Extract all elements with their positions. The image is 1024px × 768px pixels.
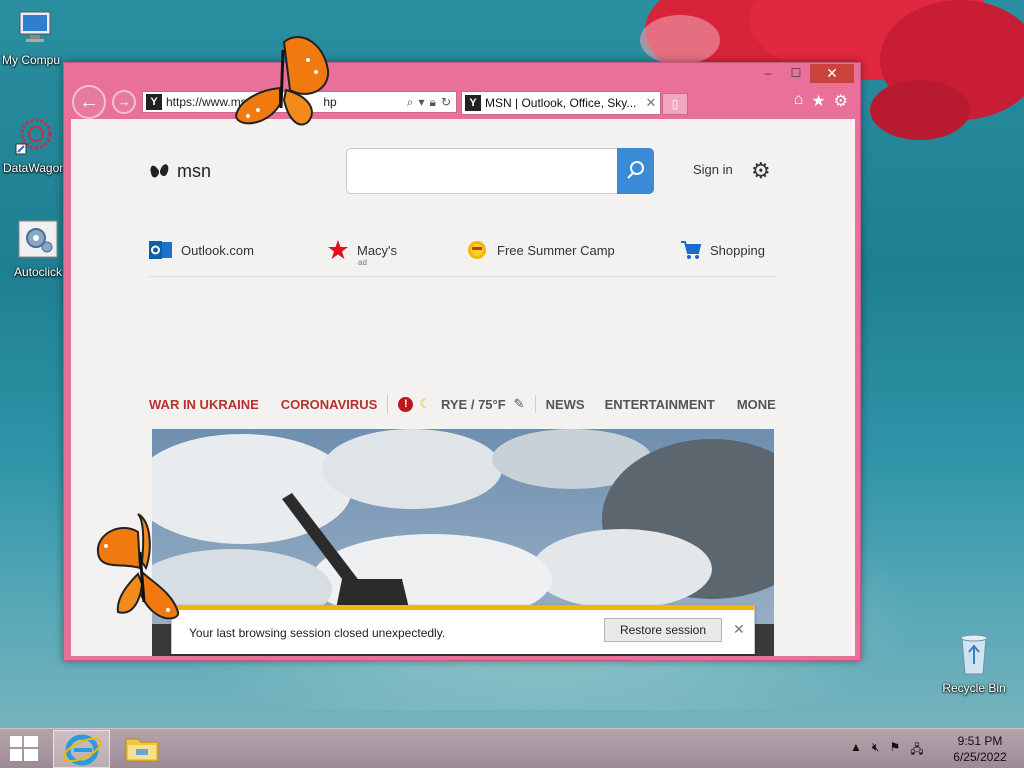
- notification-message: Your last browsing session closed unexpe…: [189, 626, 446, 640]
- taskbar: ▲ 🔇︎ ⚑ 🖧︎ 9:51 PM 6/25/2022: [0, 728, 1024, 768]
- quicklink-ad-label: ad: [358, 258, 367, 267]
- tab-close-icon[interactable]: ✕: [642, 95, 660, 111]
- taskbar-clock[interactable]: 9:51 PM 6/25/2022: [944, 733, 1016, 765]
- nav-coronavirus[interactable]: CORONAVIRUS: [281, 397, 378, 412]
- action-center-flag-icon[interactable]: ⚑: [889, 740, 900, 761]
- clock-date: 6/25/2022: [953, 750, 1007, 764]
- restore-session-button[interactable]: Restore session: [604, 618, 722, 642]
- msn-butterfly-icon: [150, 164, 169, 178]
- taskbar-internet-explorer[interactable]: [53, 730, 110, 768]
- maximize-button[interactable]: ☐: [782, 64, 810, 83]
- settings-gear-icon[interactable]: ⚙: [834, 91, 848, 111]
- windows-start-icon[interactable]: [10, 736, 38, 762]
- edit-pencil-icon[interactable]: ✎: [514, 396, 525, 412]
- search-input[interactable]: [346, 148, 654, 194]
- network-icon[interactable]: 🖧︎: [910, 740, 923, 761]
- show-hidden-icons-icon[interactable]: ▲: [850, 740, 862, 761]
- dropdown-icon[interactable]: ▾: [419, 95, 425, 110]
- butterfly-icon: [96, 513, 179, 620]
- desktop-icon-label: Recycle Bin: [942, 681, 1006, 695]
- forward-button[interactable]: →: [112, 90, 136, 114]
- arrow-left-icon: ←: [79, 91, 99, 113]
- quicklink-label: Free Summer Camp: [497, 242, 615, 258]
- search-icon: [627, 161, 644, 179]
- favorites-star-icon[interactable]: ★: [811, 91, 825, 111]
- desktop-icon-computer[interactable]: My Compu: [0, 8, 76, 67]
- tab-msn[interactable]: Y MSN | Outlook, Office, Sky... ✕: [461, 91, 661, 115]
- quicklink-outlook[interactable]: Outlook.com: [149, 237, 254, 263]
- msn-navbar: WAR IN UKRAINE CORONAVIRUS ! ☾ RYE / 75°…: [149, 394, 789, 414]
- msn-logo[interactable]: msn: [149, 159, 211, 183]
- macys-star-icon: [328, 240, 348, 259]
- desktop-icon-recycle-bin[interactable]: Recycle Bin: [936, 630, 1012, 695]
- back-button[interactable]: ←: [72, 85, 106, 119]
- quicklink-summer-camp[interactable]: Free Summer Camp: [465, 237, 615, 263]
- butterfly-icon: [234, 36, 330, 126]
- quicklink-label: Shopping: [710, 242, 765, 258]
- nav-weather[interactable]: RYE / 75°F: [441, 397, 506, 412]
- new-tab-icon: ▯: [671, 97, 679, 111]
- quicklink-label: Macy's: [357, 242, 398, 258]
- refresh-icon[interactable]: ↻: [441, 95, 451, 110]
- nav-war-in-ukraine[interactable]: WAR IN UKRAINE: [149, 397, 259, 412]
- alert-icon[interactable]: !: [398, 396, 414, 412]
- minimize-button[interactable]: –: [754, 64, 782, 83]
- lock-icon[interactable]: 🔒︎: [430, 95, 436, 110]
- msn-logo-text: msn: [177, 160, 212, 181]
- quicklink-macys[interactable]: Macy's ad: [327, 237, 398, 267]
- autoclick-icon: [18, 220, 58, 258]
- moon-icon: ☾: [419, 396, 431, 411]
- computer-icon: [19, 11, 51, 42]
- sun-icon: [468, 241, 486, 259]
- window-controls: – ☐ ✕: [754, 64, 854, 83]
- settings-gear-icon[interactable]: ⚙: [751, 158, 771, 184]
- nav-separator: [534, 395, 536, 413]
- notification-close-icon[interactable]: ✕: [733, 621, 745, 638]
- nav-entertainment[interactable]: ENTERTAINMENT: [605, 397, 715, 412]
- datawagon-icon: [15, 118, 52, 155]
- arrow-right-icon: →: [117, 94, 131, 109]
- nav-separator: [387, 395, 389, 413]
- address-tools: ⌕ ▾ 🔒︎ ↻: [407, 95, 456, 110]
- restore-session-notification: Your last browsing session closed unexpe…: [171, 605, 755, 654]
- home-icon[interactable]: ⌂: [794, 91, 804, 111]
- outlook-icon: [149, 241, 172, 259]
- browser-toolbar: ⌂ ★ ⚙: [794, 91, 848, 111]
- quicklinks-bar: Outlook.com Macy's ad Free Summer Camp S…: [149, 237, 777, 277]
- internet-explorer-icon: [62, 734, 102, 766]
- msn-favicon-icon: Y: [465, 95, 481, 111]
- file-explorer-icon[interactable]: [122, 733, 162, 765]
- volume-muted-icon[interactable]: 🔇︎: [872, 740, 880, 761]
- search-icon[interactable]: ⌕: [407, 95, 414, 110]
- nav-money[interactable]: MONE: [737, 397, 776, 412]
- quicklink-shopping[interactable]: Shopping: [680, 237, 765, 263]
- close-button[interactable]: ✕: [810, 64, 854, 83]
- system-tray: ▲ 🔇︎ ⚑ 🖧︎: [850, 740, 924, 761]
- new-tab-button[interactable]: ▯: [662, 93, 688, 115]
- search-button[interactable]: [617, 148, 654, 194]
- sign-in-link[interactable]: Sign in: [693, 162, 733, 177]
- tab-title: MSN | Outlook, Office, Sky...: [485, 96, 637, 110]
- clock-time: 9:51 PM: [957, 734, 1003, 748]
- page-content: msn Sign in ⚙ Outlook.com Macy's ad Free…: [71, 119, 855, 656]
- quicklink-label: Outlook.com: [181, 242, 254, 258]
- recycle-bin-icon: [960, 634, 988, 675]
- nav-news[interactable]: NEWS: [546, 397, 585, 412]
- msn-favicon-icon: Y: [146, 94, 162, 110]
- cart-icon: [681, 241, 702, 259]
